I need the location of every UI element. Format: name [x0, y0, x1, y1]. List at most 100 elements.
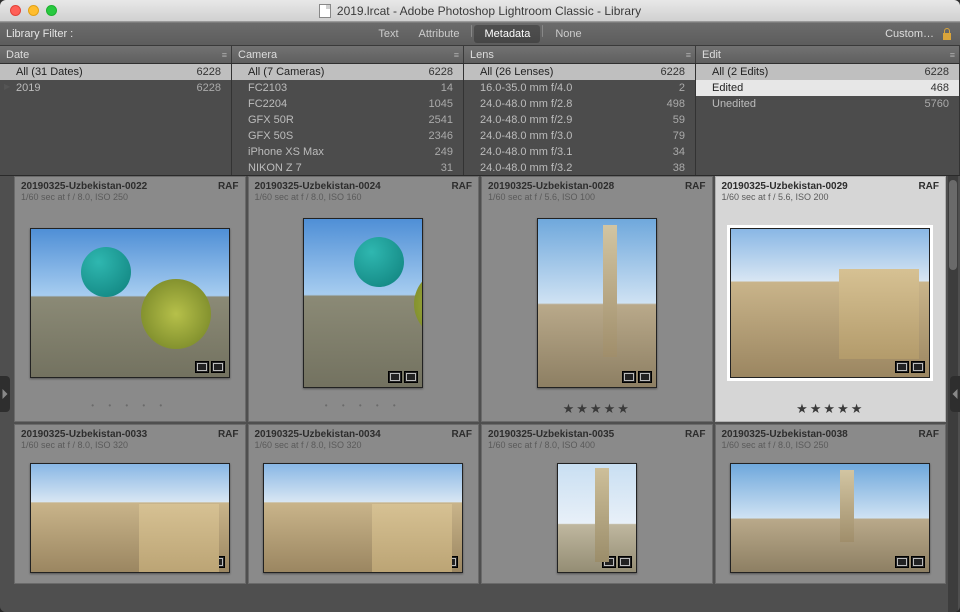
col-menu-icon[interactable]: ≡ — [454, 50, 457, 60]
thumbnail-image[interactable] — [303, 218, 423, 388]
window-title: 2019.lrcat - Adobe Photoshop Lightroom C… — [0, 4, 960, 18]
filter-row-label: All (31 Dates) — [16, 66, 83, 78]
thumbnail-image[interactable] — [730, 228, 930, 378]
library-filter-bar: Library Filter : Text Attribute Metadata… — [0, 22, 960, 46]
filter-row[interactable]: All (26 Lenses)6228 — [464, 64, 695, 80]
rating-display[interactable]: • • • • • — [15, 401, 245, 421]
thumb-exif: 1/60 sec at f / 8.0, ISO 250 — [722, 440, 940, 450]
thumbnail-cell[interactable]: 20190325-Uzbekistan-0034RAF1/60 sec at f… — [248, 424, 480, 584]
filter-row-count: 2541 — [429, 114, 453, 126]
filter-row[interactable]: All (7 Cameras)6228 — [232, 64, 463, 80]
thumb-filename: 20190325-Uzbekistan-0035 — [488, 429, 614, 440]
thumbnail-image[interactable] — [537, 218, 657, 388]
filter-tab-separator — [542, 25, 543, 37]
thumbnail-cell[interactable]: 20190325-Uzbekistan-0035RAF1/60 sec at f… — [481, 424, 713, 584]
filter-row-count: 468 — [931, 82, 949, 94]
thumb-exif: 1/60 sec at f / 8.0, ISO 400 — [488, 440, 706, 450]
thumb-format: RAF — [218, 429, 239, 440]
filter-row-count: 5760 — [925, 98, 949, 110]
filter-tab-none[interactable]: None — [545, 25, 591, 43]
thumbnail-image[interactable] — [730, 463, 930, 573]
grid-scrollbar-thumb[interactable] — [949, 180, 957, 270]
window-controls — [0, 5, 57, 16]
rating-display[interactable]: ★★★★★ — [482, 401, 712, 421]
filter-row[interactable]: 24.0-48.0 mm f/2.959 — [464, 112, 695, 128]
col-header-camera[interactable]: Camera ≡ — [232, 46, 464, 63]
filter-row[interactable]: 24.0-48.0 mm f/3.079 — [464, 128, 695, 144]
has-develop-badge-icon — [195, 556, 209, 568]
close-window-button[interactable] — [10, 5, 21, 16]
filter-row-count: 79 — [673, 130, 685, 142]
rating-display[interactable]: • • • • • — [249, 401, 479, 421]
thumbnail-cell[interactable]: 20190325-Uzbekistan-0033RAF1/60 sec at f… — [14, 424, 246, 584]
minimize-window-button[interactable] — [28, 5, 39, 16]
filter-row-label: 24.0-48.0 mm f/3.2 — [480, 162, 572, 174]
thumb-exif: 1/60 sec at f / 5.6, ISO 200 — [722, 192, 940, 202]
filter-row-count: 249 — [435, 146, 453, 158]
has-develop-badge-icon — [895, 361, 909, 373]
col-camera: All (7 Cameras)6228FC210314FC22041045GFX… — [232, 64, 464, 175]
filter-row[interactable]: 24.0-48.0 mm f/3.238 — [464, 160, 695, 175]
has-develop-badge-icon — [895, 556, 909, 568]
filter-row[interactable]: Edited468 — [696, 80, 959, 96]
filter-row[interactable]: 24.0-48.0 mm f/3.134 — [464, 144, 695, 160]
col-header-camera-label: Camera — [238, 49, 277, 61]
col-header-lens[interactable]: Lens ≡ — [464, 46, 696, 63]
thumbnail-cell[interactable]: 20190325-Uzbekistan-0024RAF1/60 sec at f… — [248, 176, 480, 422]
col-menu-icon[interactable]: ≡ — [686, 50, 689, 60]
filter-row-label: 24.0-48.0 mm f/2.9 — [480, 114, 572, 126]
left-panel-handle[interactable] — [0, 376, 10, 412]
thumb-filename: 20190325-Uzbekistan-0034 — [255, 429, 381, 440]
col-header-edit[interactable]: Edit ≡ — [696, 46, 960, 63]
filter-row[interactable]: 16.0-35.0 mm f/4.02 — [464, 80, 695, 96]
has-crop-badge-icon — [444, 556, 458, 568]
has-develop-badge-icon — [602, 556, 616, 568]
filter-row[interactable]: All (31 Dates)6228 — [0, 64, 231, 80]
zoom-window-button[interactable] — [46, 5, 57, 16]
thumbnail-image[interactable] — [557, 463, 637, 573]
filter-row-count: 498 — [667, 98, 685, 110]
thumb-exif: 1/60 sec at f / 5.6, ISO 100 — [488, 192, 706, 202]
thumbnail-grid-area: 20190325-Uzbekistan-0022RAF1/60 sec at f… — [0, 176, 960, 612]
filter-row[interactable]: NIKON Z 731 — [232, 160, 463, 175]
filter-row[interactable]: GFX 50S2346 — [232, 128, 463, 144]
filter-row-label: 16.0-35.0 mm f/4.0 — [480, 82, 572, 94]
filter-row[interactable]: iPhone XS Max249 — [232, 144, 463, 160]
thumbnail-image[interactable] — [30, 463, 230, 573]
col-menu-icon[interactable]: ≡ — [222, 50, 225, 60]
filter-tab-attribute[interactable]: Attribute — [409, 25, 470, 43]
thumbnail-cell[interactable]: 20190325-Uzbekistan-0028RAF1/60 sec at f… — [481, 176, 713, 422]
filter-row[interactable]: 24.0-48.0 mm f/2.8498 — [464, 96, 695, 112]
col-header-date-label: Date — [6, 49, 29, 61]
filter-row-label: All (7 Cameras) — [248, 66, 324, 78]
col-header-lens-label: Lens — [470, 49, 494, 61]
filter-tab-text[interactable]: Text — [368, 25, 408, 43]
thumb-filename: 20190325-Uzbekistan-0028 — [488, 181, 614, 192]
disclosure-triangle-icon[interactable]: ▶ — [4, 82, 10, 91]
thumbnail-image[interactable] — [263, 463, 463, 573]
filter-row[interactable]: All (2 Edits)6228 — [696, 64, 959, 80]
metadata-columns: All (31 Dates)6228▶20196228 All (7 Camer… — [0, 64, 960, 176]
thumbnail-image[interactable] — [30, 228, 230, 378]
filter-row-label: GFX 50R — [248, 114, 294, 126]
has-crop-badge-icon — [911, 556, 925, 568]
filter-tab-metadata[interactable]: Metadata — [474, 25, 540, 43]
filter-row[interactable]: ▶20196228 — [0, 80, 231, 96]
right-panel-handle[interactable] — [950, 376, 960, 412]
filter-row[interactable]: Unedited5760 — [696, 96, 959, 112]
filter-row-count: 1045 — [429, 98, 453, 110]
filter-row[interactable]: FC22041045 — [232, 96, 463, 112]
col-date: All (31 Dates)6228▶20196228 — [0, 64, 232, 175]
thumbnail-cell[interactable]: 20190325-Uzbekistan-0038RAF1/60 sec at f… — [715, 424, 947, 584]
filter-row-label: All (26 Lenses) — [480, 66, 553, 78]
filter-row[interactable]: GFX 50R 2541 — [232, 112, 463, 128]
thumbnail-grid: 20190325-Uzbekistan-0022RAF1/60 sec at f… — [0, 176, 960, 584]
thumbnail-cell[interactable]: 20190325-Uzbekistan-0029RAF1/60 sec at f… — [715, 176, 947, 422]
col-menu-icon[interactable]: ≡ — [950, 50, 953, 60]
thumb-filename: 20190325-Uzbekistan-0024 — [255, 181, 381, 192]
filter-row-count: 14 — [441, 82, 453, 94]
filter-row[interactable]: FC210314 — [232, 80, 463, 96]
col-header-date[interactable]: Date ≡ — [0, 46, 232, 63]
rating-display[interactable]: ★★★★★ — [716, 401, 946, 421]
thumbnail-cell[interactable]: 20190325-Uzbekistan-0022RAF1/60 sec at f… — [14, 176, 246, 422]
